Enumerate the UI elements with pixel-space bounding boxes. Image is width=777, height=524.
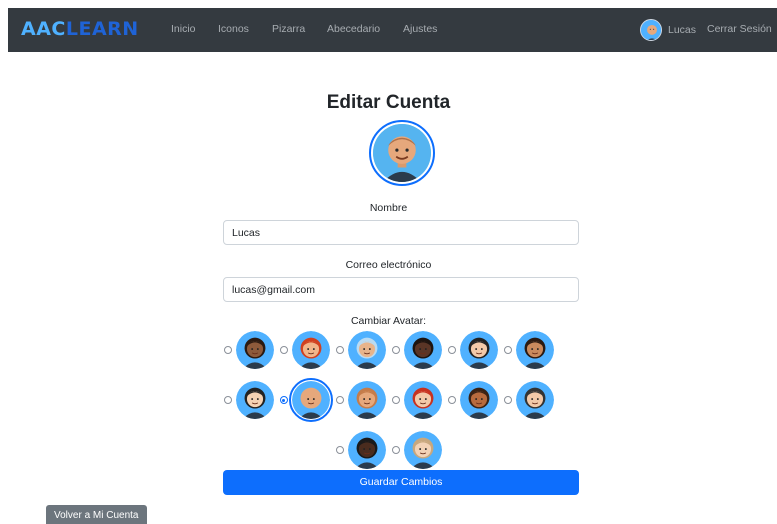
- avatar-radio[interactable]: [335, 396, 344, 404]
- email-label: Correo electrónico: [345, 259, 432, 271]
- name-input[interactable]: [223, 220, 579, 245]
- user-name: Lucas: [668, 24, 697, 36]
- avatar-option[interactable]: [447, 381, 498, 419]
- avatar-option[interactable]: [279, 378, 333, 422]
- save-changes-button[interactable]: Guardar Cambios: [223, 470, 579, 495]
- navbar: AACLEARN Inicio Iconos Pizarra Abecedari…: [8, 8, 777, 52]
- avatar-option[interactable]: [503, 381, 554, 419]
- current-avatar-icon: [373, 124, 431, 182]
- avatar-option[interactable]: [391, 331, 442, 369]
- avatar-radio[interactable]: [447, 346, 456, 354]
- avatar-man-bald-icon[interactable]: [288, 378, 333, 422]
- avatar-man-curly-open-mouth-icon[interactable]: [459, 381, 498, 419]
- avatar-label: Cambiar Avatar:: [350, 315, 427, 327]
- avatar-radio[interactable]: [391, 346, 400, 354]
- avatar-woman-red-glasses-icon[interactable]: [403, 381, 442, 419]
- avatar-radio[interactable]: [503, 346, 512, 354]
- avatar-woman-hijab-icon[interactable]: [347, 331, 386, 369]
- avatar-radio[interactable]: [335, 446, 344, 454]
- avatar-woman-red-hair-icon[interactable]: [291, 331, 330, 369]
- brand-part-aac: AAC: [21, 18, 66, 40]
- user-avatar-icon: [640, 19, 662, 41]
- avatar-man-dark-skin-icon[interactable]: [347, 431, 386, 469]
- avatar-radio[interactable]: [279, 396, 288, 404]
- avatar-man-dark-hair-icon[interactable]: [515, 381, 554, 419]
- current-avatar: [369, 120, 435, 186]
- avatar-option[interactable]: [223, 331, 274, 369]
- avatar-radio[interactable]: [223, 396, 232, 404]
- avatar-row: [0, 378, 777, 422]
- avatar-radio[interactable]: [223, 346, 232, 354]
- avatar-option[interactable]: [279, 331, 330, 369]
- name-label: Nombre: [369, 202, 408, 214]
- logout-link[interactable]: Cerrar Sesión: [707, 23, 772, 35]
- avatar-option[interactable]: [391, 431, 442, 469]
- avatar-radio[interactable]: [503, 396, 512, 404]
- back-to-account-button[interactable]: Volver a Mi Cuenta: [46, 505, 147, 524]
- avatar-option[interactable]: [503, 331, 554, 369]
- nav-link-pizarra[interactable]: Pizarra: [272, 23, 305, 35]
- avatar-woman-curly-dark-icon[interactable]: [235, 331, 274, 369]
- nav-link-iconos[interactable]: Iconos: [218, 23, 249, 35]
- avatar-option[interactable]: [391, 381, 442, 419]
- page-title: Editar Cuenta: [326, 92, 451, 113]
- avatar-woman-glasses-icon[interactable]: [459, 331, 498, 369]
- avatar-woman-dark-curly-icon[interactable]: [403, 331, 442, 369]
- avatar-radio[interactable]: [279, 346, 288, 354]
- nav-user-profile[interactable]: Lucas: [640, 18, 696, 42]
- nav-link-ajustes[interactable]: Ajustes: [403, 23, 437, 35]
- email-input[interactable]: [223, 277, 579, 302]
- avatar-radio[interactable]: [447, 396, 456, 404]
- avatar-woman-brown-glasses-icon[interactable]: [515, 331, 554, 369]
- avatar-option[interactable]: [335, 331, 386, 369]
- brand-part-learn: LEARN: [65, 18, 139, 40]
- avatar-option[interactable]: [223, 381, 274, 419]
- avatar-woman-blonde-icon[interactable]: [403, 431, 442, 469]
- avatar-man-black-hair-icon[interactable]: [235, 381, 274, 419]
- avatar-radio[interactable]: [391, 446, 400, 454]
- nav-link-inicio[interactable]: Inicio: [171, 23, 196, 35]
- avatar-option[interactable]: [447, 331, 498, 369]
- avatar-radio[interactable]: [335, 346, 344, 354]
- avatar-option[interactable]: [335, 381, 386, 419]
- avatar-row: [0, 428, 777, 472]
- avatar-radio[interactable]: [391, 396, 400, 404]
- brand-logo[interactable]: AACLEARN: [21, 18, 139, 40]
- avatar-picker: [0, 328, 777, 478]
- nav-link-abecedario[interactable]: Abecedario: [327, 23, 380, 35]
- avatar-row: [0, 328, 777, 372]
- avatar-man-short-hair-icon[interactable]: [347, 381, 386, 419]
- avatar-option[interactable]: [335, 431, 386, 469]
